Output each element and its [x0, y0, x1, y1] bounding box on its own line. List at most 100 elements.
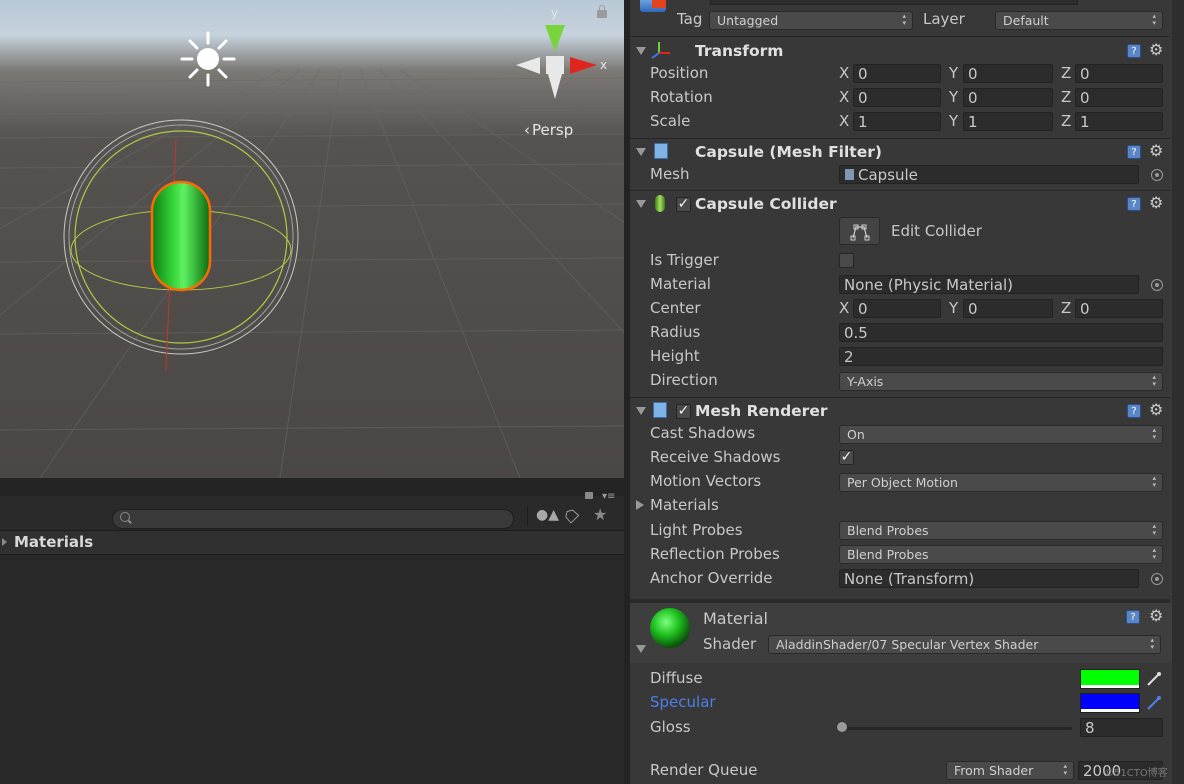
rotation-label: Rotation	[650, 88, 713, 106]
search-icon	[120, 512, 130, 522]
separator	[630, 36, 1170, 37]
center-x-field[interactable]: 0	[853, 299, 941, 318]
scene-view[interactable]: y x ‹ Persp	[0, 0, 624, 478]
gloss-field[interactable]: 8	[1080, 718, 1163, 737]
edit-collider-button[interactable]	[839, 217, 880, 245]
axis-z-label: Z	[1061, 88, 1072, 106]
separator	[630, 397, 1170, 398]
inspector-scrollbar[interactable]	[1172, 0, 1184, 784]
scale-x-field[interactable]: 1	[853, 112, 941, 131]
radius-field[interactable]: 0.5	[839, 323, 1163, 342]
renderer-enabled-checkbox[interactable]: ✓	[676, 404, 691, 419]
help-icon[interactable]: ?	[1127, 404, 1141, 418]
help-icon[interactable]: ?	[1127, 44, 1141, 58]
axis-y-label: Y	[949, 64, 959, 82]
rotation-y-field[interactable]: 0	[963, 88, 1053, 107]
renderer-foldout[interactable]	[636, 407, 646, 415]
search-input[interactable]	[112, 509, 514, 529]
transform-foldout[interactable]	[636, 47, 646, 55]
tag-dropdown[interactable]: Untagged	[709, 11, 913, 30]
position-z-field[interactable]: 0	[1075, 64, 1163, 83]
diffuse-label: Diffuse	[650, 669, 703, 687]
eyedropper-icon[interactable]	[1146, 695, 1162, 711]
layer-dropdown[interactable]: Default	[995, 11, 1163, 30]
position-x-field[interactable]: 0	[853, 64, 941, 83]
physic-material-field[interactable]: None (Physic Material)	[839, 275, 1139, 294]
project-lock-icon[interactable]	[585, 492, 593, 499]
projection-toggle[interactable]: ‹ Persp	[524, 121, 573, 139]
help-icon[interactable]: ?	[1126, 610, 1140, 624]
position-y-field[interactable]: 0	[963, 64, 1053, 83]
materials-label: Materials	[650, 496, 719, 514]
gizmo-negx-cone[interactable]	[516, 57, 540, 74]
scale-z-field[interactable]: 1	[1075, 112, 1163, 131]
axis-y-label: Y	[949, 88, 959, 106]
scale-y-field[interactable]: 1	[963, 112, 1053, 131]
collider-enabled-checkbox[interactable]: ✓	[676, 197, 691, 212]
gear-icon[interactable]: ⚙	[1149, 402, 1163, 418]
object-picker-icon[interactable]	[1151, 279, 1163, 291]
lock-icon[interactable]	[597, 5, 607, 18]
height-field[interactable]: 2	[839, 347, 1163, 366]
name-field[interactable]	[710, 0, 1078, 5]
directional-light-icon[interactable]	[180, 31, 236, 87]
gloss-slider-thumb[interactable]	[836, 721, 848, 733]
edit-collider-label: Edit Collider	[891, 222, 982, 240]
anchor-override-field[interactable]: None (Transform)	[839, 569, 1139, 588]
favorites-star-icon[interactable]: ★	[593, 505, 607, 524]
edit-collider-icon	[850, 224, 870, 241]
diffuse-color-swatch[interactable]	[1080, 669, 1140, 689]
shader-dropdown[interactable]: AladdinShader/07 Specular Vertex Shader	[768, 635, 1161, 654]
direction-label: Direction	[650, 371, 718, 389]
shader-label: Shader	[703, 635, 757, 653]
collider-foldout[interactable]	[636, 200, 646, 208]
rotation-z-field[interactable]: 0	[1075, 88, 1163, 107]
motion-vectors-dropdown[interactable]: Per Object Motion	[839, 473, 1163, 492]
is-trigger-checkbox[interactable]	[839, 253, 854, 268]
gear-icon[interactable]: ⚙	[1149, 42, 1163, 58]
axis-x-label: X	[839, 299, 850, 317]
specular-label: Specular	[650, 693, 716, 711]
panel-menu-icon[interactable]: ▾≡	[602, 491, 615, 502]
is-trigger-label: Is Trigger	[650, 251, 719, 269]
direction-dropdown[interactable]: Y-Axis	[839, 372, 1163, 391]
axis-z-label: Z	[1061, 112, 1072, 130]
rotation-x-field[interactable]: 0	[853, 88, 941, 107]
mesh-object-field[interactable]: Capsule	[839, 165, 1139, 184]
separator	[630, 138, 1170, 139]
object-picker-icon[interactable]	[1151, 169, 1163, 181]
project-folder-header[interactable]	[0, 531, 624, 555]
filter-by-type-icon[interactable]: ●▲	[536, 507, 559, 523]
transform-title: Transform	[695, 42, 784, 60]
gizmo-x-cone[interactable]	[570, 57, 597, 74]
axis-x-label: X	[839, 88, 850, 106]
render-queue-dropdown[interactable]: From Shader	[946, 761, 1074, 780]
gear-icon[interactable]: ⚙	[1149, 608, 1163, 624]
folder-collapse-icon[interactable]	[2, 538, 7, 546]
center-z-field[interactable]: 0	[1075, 299, 1163, 318]
eyedropper-icon[interactable]	[1146, 671, 1162, 687]
capsule-collider-icon	[655, 195, 665, 212]
mesh-icon	[845, 169, 854, 180]
reflection-probes-dropdown[interactable]: Blend Probes	[839, 545, 1163, 564]
gizmo-center-cube[interactable]	[546, 56, 564, 74]
gizmo-y-cone[interactable]	[545, 25, 565, 52]
orientation-gizmo[interactable]: y x	[516, 6, 607, 99]
gizmo-negy-cone[interactable]	[548, 74, 562, 99]
gloss-slider-track[interactable]	[842, 727, 1072, 730]
materials-foldout[interactable]	[636, 500, 644, 510]
receive-shadows-checkbox[interactable]: ✓	[839, 450, 854, 465]
gear-icon[interactable]: ⚙	[1149, 143, 1163, 159]
cast-shadows-dropdown[interactable]: On	[839, 425, 1163, 444]
light-probes-dropdown[interactable]: Blend Probes	[839, 521, 1163, 540]
specular-color-swatch[interactable]	[1080, 693, 1140, 713]
help-icon[interactable]: ?	[1127, 145, 1141, 159]
center-y-field[interactable]: 0	[963, 299, 1053, 318]
gizmo-y-label: y	[551, 6, 558, 20]
help-icon[interactable]: ?	[1127, 197, 1141, 211]
scene-canvas[interactable]: y x	[0, 0, 624, 478]
mesh-filter-foldout[interactable]	[636, 148, 646, 156]
gear-icon[interactable]: ⚙	[1149, 195, 1163, 211]
object-picker-icon[interactable]	[1151, 573, 1163, 585]
material-foldout[interactable]	[636, 645, 646, 653]
